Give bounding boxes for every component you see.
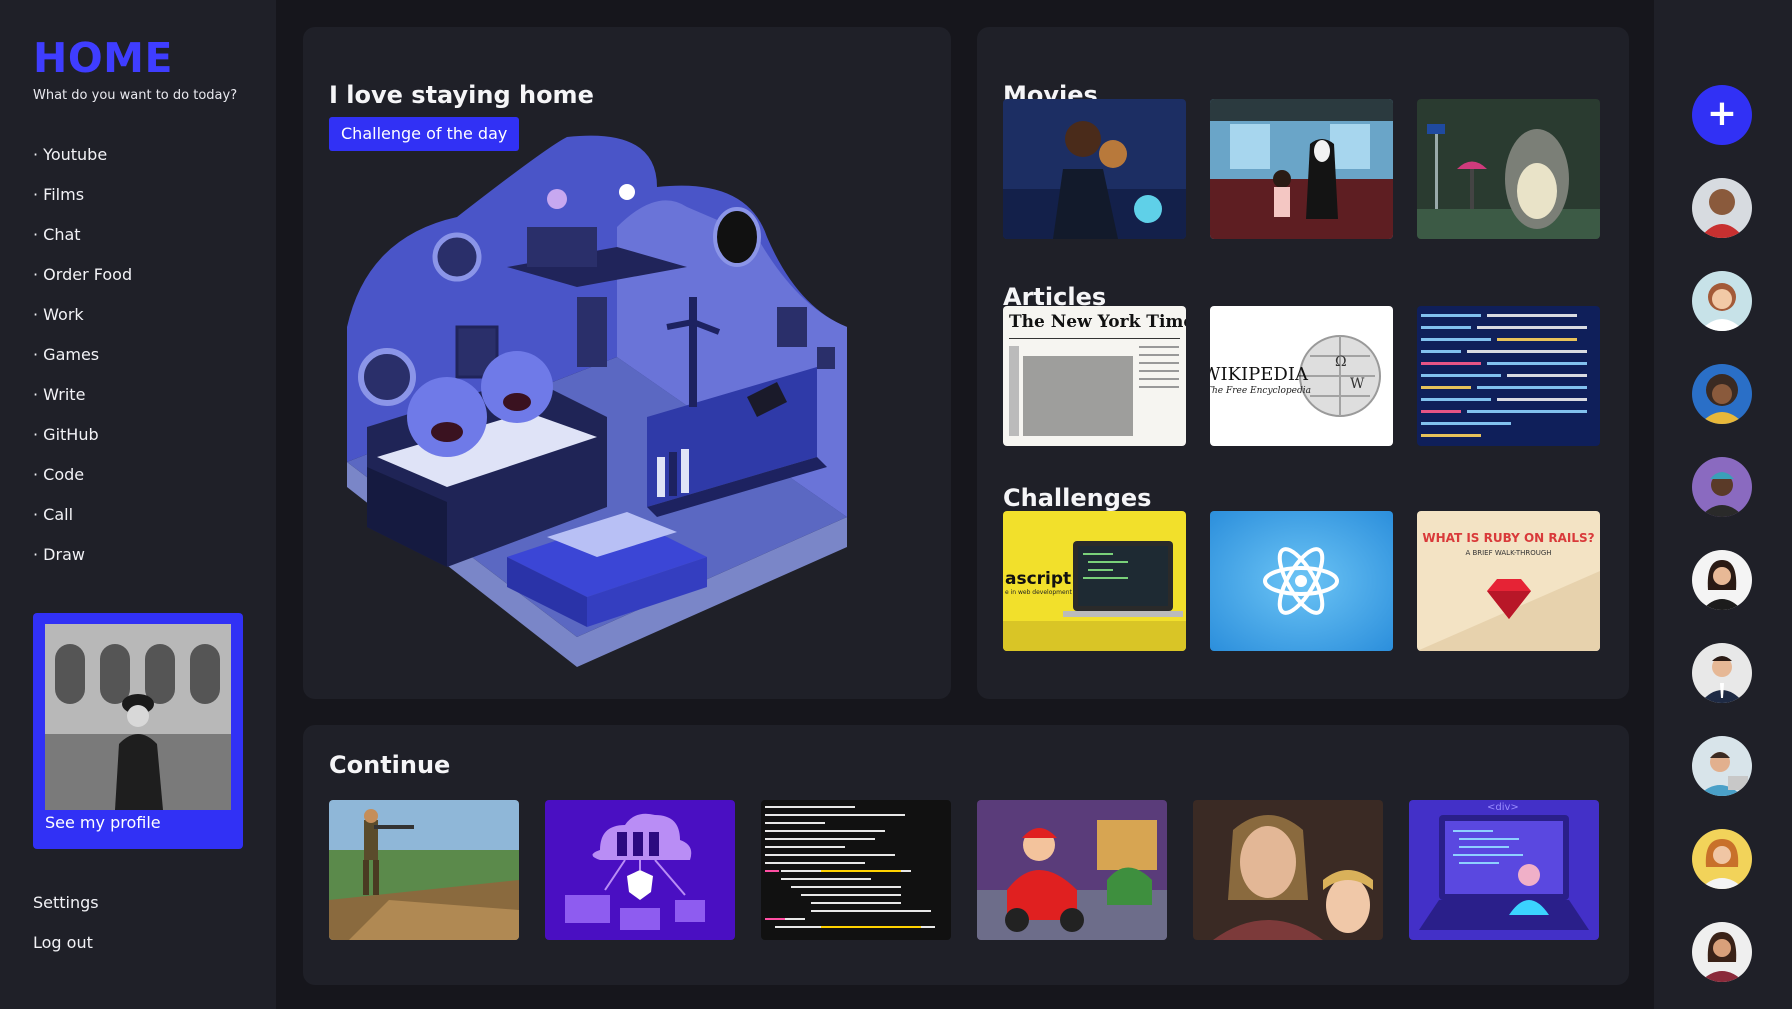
continue-thumb-python-code[interactable] [761,800,951,940]
continue-thumb-fortnite[interactable] [329,800,519,940]
logout-link[interactable]: Log out [33,933,93,952]
javascript-sublabel: e in web development [1005,589,1072,596]
avatar-5[interactable] [1692,550,1752,610]
sidebar-item-order-food[interactable]: · Order Food [33,265,132,305]
app-logo[interactable]: HOME [33,34,173,82]
hero-panel: I love staying home Challenge of the day [303,27,951,699]
article-thumb-wikipedia[interactable]: ΩW WIKIPEDIA The Free Encyclopedia [1210,306,1393,446]
article-thumb-code[interactable] [1417,306,1600,446]
add-button[interactable]: + [1692,85,1752,145]
sidebar-item-github[interactable]: · GitHub [33,425,132,465]
sidebar-item-code[interactable]: · Code [33,465,132,505]
wikipedia-tagline: The Free Encyclopedia [1210,386,1311,396]
movie-thumb-totoro[interactable] [1417,99,1600,239]
sidebar-item-call[interactable]: · Call [33,505,132,545]
avatar-2[interactable] [1692,271,1752,331]
profile-card[interactable]: See my profile [33,613,243,849]
movie-thumb-spirited-away[interactable] [1210,99,1393,239]
avatar-9[interactable] [1692,922,1752,982]
sidebar-subtitle: What do you want to do today? [33,88,238,103]
sidebar-item-youtube[interactable]: · Youtube [33,145,132,185]
continue-panel: Continue <div> [303,725,1629,985]
friends-rail: + [1654,0,1792,1009]
avatar-6[interactable] [1692,643,1752,703]
javascript-label: ascript [1005,569,1072,589]
sidebar-item-write[interactable]: · Write [33,385,132,425]
challenges-title: Challenges [1003,484,1152,512]
continue-thumb-a-quiet-place[interactable] [1193,800,1383,940]
challenge-thumb-ruby-on-rails[interactable]: WHAT IS RUBY ON RAILS? A BRIEF WALK-THRO… [1417,511,1600,651]
media-panel: Movies Articles The New York Times ΩW WI… [977,27,1629,699]
sidebar-item-films[interactable]: · Films [33,185,132,225]
avatar-8[interactable] [1692,829,1752,889]
continue-title: Continue [329,751,451,779]
see-profile-link[interactable]: See my profile [45,813,161,832]
continue-thumb-cloud-security[interactable] [545,800,735,940]
main-content: I love staying home Challenge of the day [276,0,1654,1009]
sidebar-nav: · Youtube · Films · Chat · Order Food · … [33,145,132,585]
movie-thumb-soul[interactable] [1003,99,1186,239]
avatar-3[interactable] [1692,364,1752,424]
sidebar-item-work[interactable]: · Work [33,305,132,345]
article-thumb-nyt[interactable]: The New York Times [1003,306,1186,446]
sidebar-item-games[interactable]: · Games [33,345,132,385]
profile-photo [45,624,231,810]
wikipedia-wordmark: WIKIPEDIA [1210,364,1308,385]
avatar-7[interactable] [1692,736,1752,796]
avatar-1[interactable] [1692,178,1752,238]
sidebar-item-draw[interactable]: · Draw [33,545,132,585]
sidebar-item-chat[interactable]: · Chat [33,225,132,265]
room-illustration [327,127,927,697]
sidebar: HOME What do you want to do today? · You… [0,0,276,1009]
div-tag-label: <div> [1487,802,1519,813]
hero-title: I love staying home [329,81,594,109]
svg-text:Ω: Ω [1335,354,1347,370]
settings-link[interactable]: Settings [33,893,99,912]
continue-thumb-coding-laptop[interactable]: <div> [1409,800,1599,940]
challenge-thumb-react[interactable] [1210,511,1393,651]
continue-thumb-mario-kart[interactable] [977,800,1167,940]
challenge-thumb-javascript[interactable]: ascript e in web development [1003,511,1186,651]
avatar-4[interactable] [1692,457,1752,517]
svg-text:W: W [1350,376,1365,392]
